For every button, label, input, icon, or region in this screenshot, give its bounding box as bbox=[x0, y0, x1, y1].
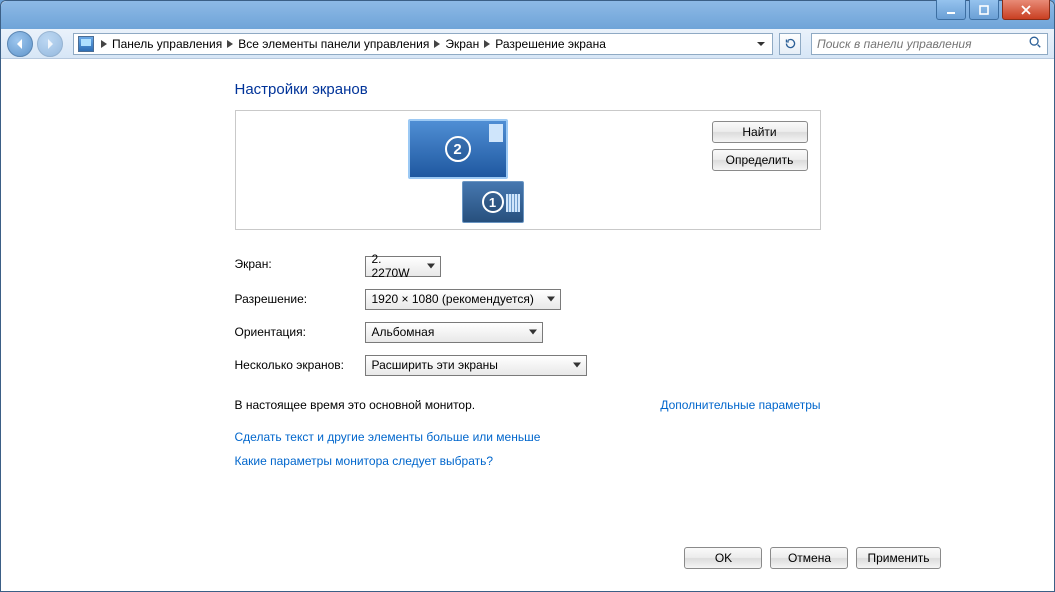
search-box[interactable] bbox=[811, 33, 1048, 55]
primary-monitor-status: В настоящее время это основной монитор. bbox=[235, 398, 476, 412]
breadcrumb-item-resolution[interactable]: Разрешение экрана bbox=[493, 37, 608, 51]
breadcrumb-sep[interactable] bbox=[481, 40, 493, 48]
arrow-right-icon bbox=[44, 38, 56, 50]
apply-button[interactable]: Применить bbox=[856, 547, 940, 569]
help-link[interactable]: Какие параметры монитора следует выбрать… bbox=[235, 454, 821, 468]
screen-dropdown[interactable]: 2. 2270W bbox=[365, 256, 441, 277]
screen-label: Экран: bbox=[235, 257, 365, 271]
cancel-button[interactable]: Отмена bbox=[770, 547, 848, 569]
monitor-decoration bbox=[506, 194, 520, 212]
dialog-footer: OK Отмена Применить bbox=[19, 535, 1036, 577]
monitor-1-label: 1 bbox=[482, 191, 504, 213]
breadcrumb-item-control-panel[interactable]: Панель управления bbox=[110, 37, 224, 51]
search-input[interactable] bbox=[817, 37, 1028, 51]
orientation-label: Ориентация: bbox=[235, 325, 365, 339]
content-area: Настройки экранов 2 1 Найти Определить bbox=[1, 59, 1054, 591]
refresh-button[interactable] bbox=[779, 33, 801, 55]
identify-button[interactable]: Определить bbox=[712, 149, 808, 171]
breadcrumb-item-display[interactable]: Экран bbox=[443, 37, 481, 51]
breadcrumb-item-all[interactable]: Все элементы панели управления bbox=[236, 37, 431, 51]
detect-button[interactable]: Найти bbox=[712, 121, 808, 143]
arrow-left-icon bbox=[14, 38, 26, 50]
preview-buttons: Найти Определить bbox=[700, 111, 820, 229]
monitor-arrangement[interactable]: 2 1 bbox=[236, 111, 700, 229]
page-title: Настройки экранов bbox=[235, 81, 821, 98]
breadcrumb-sep[interactable] bbox=[98, 40, 110, 48]
minimize-icon bbox=[945, 4, 957, 16]
window-frame: Панель управления Все элементы панели уп… bbox=[0, 0, 1055, 592]
refresh-icon bbox=[784, 37, 797, 50]
monitor-1[interactable]: 1 bbox=[462, 181, 524, 223]
minimize-button[interactable] bbox=[936, 0, 966, 20]
links-block: Сделать текст и другие элементы больше и… bbox=[235, 430, 821, 468]
monitor-preview-panel: 2 1 Найти Определить bbox=[235, 110, 821, 230]
text-size-link[interactable]: Сделать текст и другие элементы больше и… bbox=[235, 430, 821, 444]
address-bar[interactable]: Панель управления Все элементы панели уп… bbox=[73, 33, 773, 55]
close-button[interactable] bbox=[1002, 0, 1050, 20]
resolution-dropdown[interactable]: 1920 × 1080 (рекомендуется) bbox=[365, 289, 561, 310]
titlebar bbox=[1, 1, 1054, 29]
window-controls bbox=[936, 0, 1050, 20]
search-icon bbox=[1028, 35, 1042, 52]
navbar: Панель управления Все элементы панели уп… bbox=[1, 29, 1054, 59]
nav-back-button[interactable] bbox=[7, 31, 33, 57]
monitor-2-label: 2 bbox=[445, 136, 471, 162]
monitor-decoration bbox=[489, 124, 503, 142]
ok-button[interactable]: OK bbox=[684, 547, 762, 569]
nav-forward-button[interactable] bbox=[37, 31, 63, 57]
orientation-dropdown[interactable]: Альбомная bbox=[365, 322, 543, 343]
close-icon bbox=[1020, 4, 1032, 16]
control-panel-icon bbox=[78, 36, 94, 52]
monitor-2[interactable]: 2 bbox=[408, 119, 508, 179]
breadcrumb-sep[interactable] bbox=[224, 40, 236, 48]
status-row: В настоящее время это основной монитор. … bbox=[235, 398, 821, 412]
maximize-button[interactable] bbox=[969, 0, 999, 20]
multiple-displays-dropdown[interactable]: Расширить эти экраны bbox=[365, 355, 587, 376]
settings-form: Экран: 2. 2270W Разрешение: 1920 × 1080 … bbox=[235, 252, 821, 376]
addressbar-dropdown[interactable] bbox=[754, 40, 768, 48]
breadcrumb-sep[interactable] bbox=[431, 40, 443, 48]
multi-label: Несколько экранов: bbox=[235, 358, 365, 372]
maximize-icon bbox=[978, 4, 990, 16]
advanced-settings-link[interactable]: Дополнительные параметры bbox=[660, 398, 820, 412]
resolution-label: Разрешение: bbox=[235, 292, 365, 306]
